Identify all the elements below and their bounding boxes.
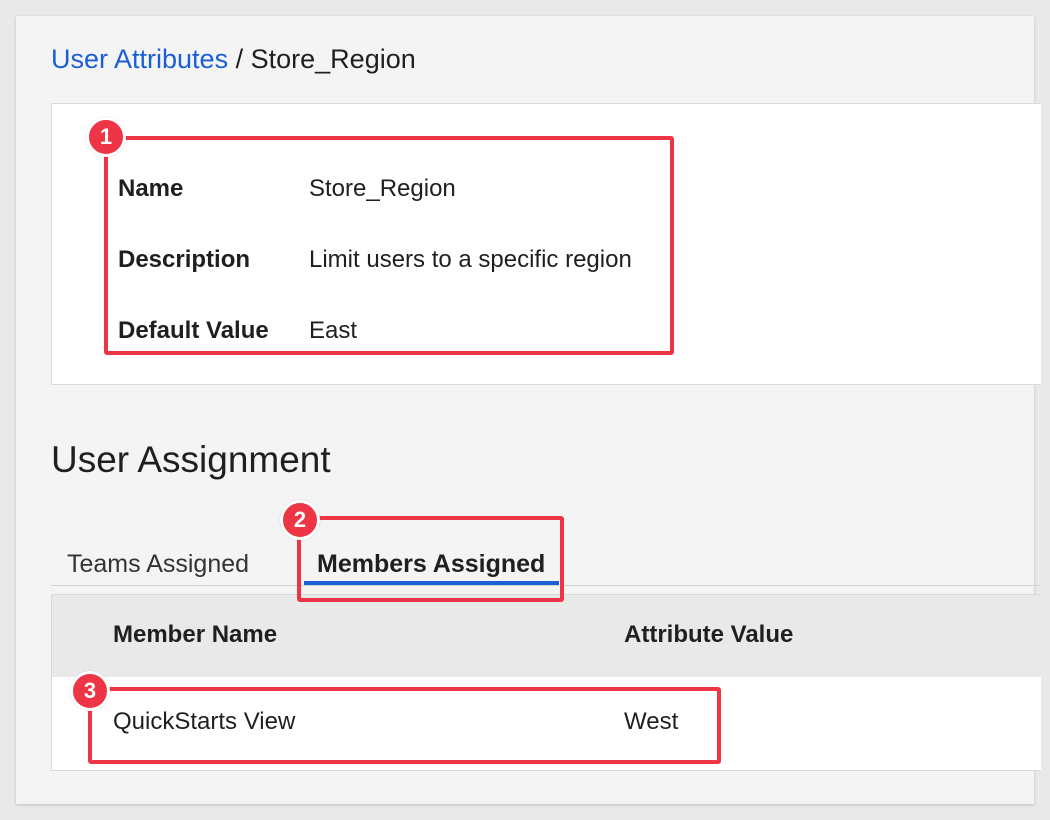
members-table: Member Name Attribute Value QuickStarts … [51, 594, 1041, 771]
cell-member-name: QuickStarts View [113, 708, 296, 735]
detail-value-name: Store_Region [309, 175, 456, 202]
callout-badge-2: 2 [280, 500, 320, 540]
active-tab-indicator [304, 581, 559, 585]
column-header-member-name[interactable]: Member Name [113, 620, 277, 650]
table-row[interactable]: QuickStarts View West [52, 677, 1041, 772]
detail-label-description: Description [118, 246, 251, 273]
callout-badge-3: 3 [70, 671, 110, 711]
column-header-attribute-value[interactable]: Attribute Value [624, 620, 793, 650]
detail-value-default-value: East [309, 317, 358, 344]
tab-teams-assigned[interactable]: Teams Assigned [67, 548, 249, 580]
tab-members-assigned[interactable]: Members Assigned [317, 548, 545, 580]
callout-badge-1: 1 [86, 117, 126, 157]
detail-value-description: Limit users to a specific region [309, 246, 632, 273]
user-attribute-page: User Attributes / Store_Region Name Stor… [16, 16, 1041, 804]
table-header: Member Name Attribute Value [52, 595, 1041, 677]
breadcrumb-user-attributes-link[interactable]: User Attributes [51, 44, 228, 74]
detail-label-name: Name [118, 175, 184, 202]
breadcrumb-current: Store_Region [250, 44, 416, 74]
breadcrumb-separator: / [235, 44, 244, 74]
attribute-details-panel: Name Store_Region Description Limit user… [51, 103, 1041, 385]
breadcrumb: User Attributes / Store_Region [51, 42, 416, 76]
detail-label-default-value: Default Value [118, 317, 269, 344]
cell-attribute-value: West [624, 708, 679, 735]
assignment-tabs: Teams Assigned Members Assigned [51, 534, 1041, 586]
section-title-user-assignment: User Assignment [51, 439, 331, 480]
